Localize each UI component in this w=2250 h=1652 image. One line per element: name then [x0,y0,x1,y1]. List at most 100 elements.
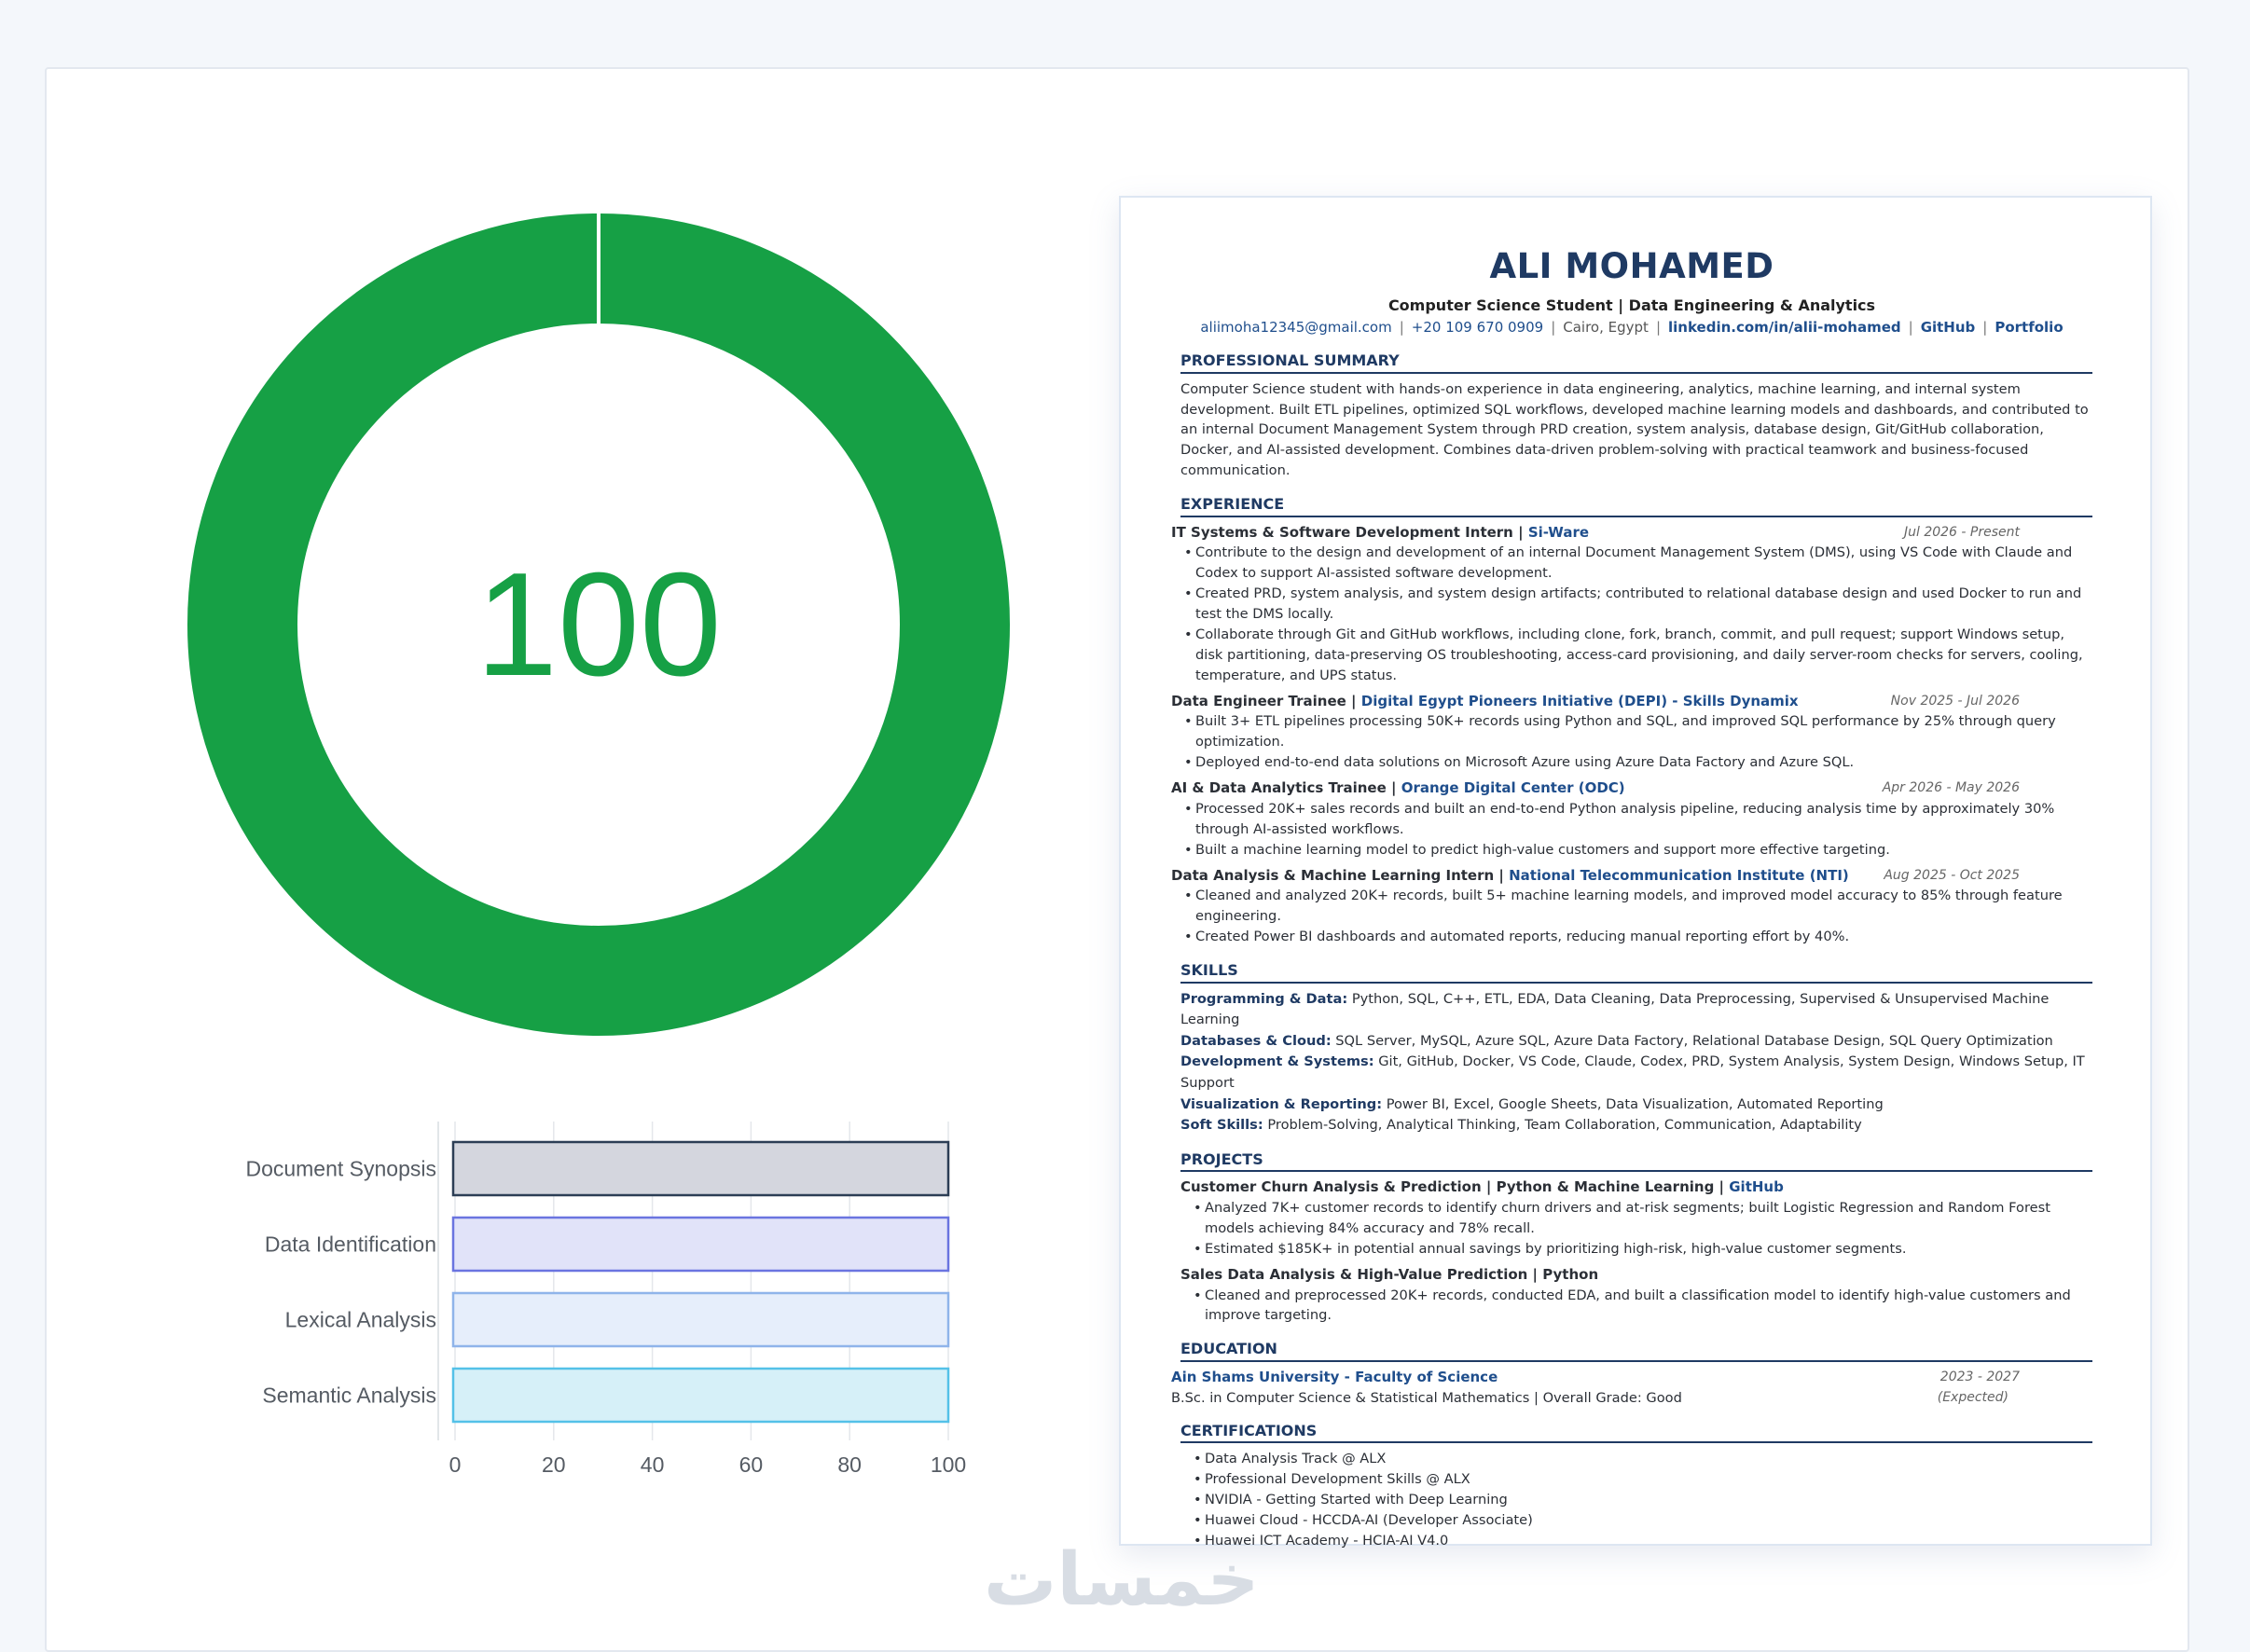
projects-list: Customer Churn Analysis & Prediction | P… [1171,1177,2092,1326]
bar-data-identification [451,1216,950,1273]
job-title-line: AI & Data Analytics Trainee | Orange Dig… [1171,778,1625,799]
bullet-item: Processed 20K+ sales records and built a… [1184,799,2092,840]
bullet-item: Cleaned and analyzed 20K+ records, built… [1184,886,2092,927]
bullet-item: Cleaned and preprocessed 20K+ records, c… [1194,1286,2092,1327]
education-date: 2023 - 2027 [1939,1369,2020,1384]
x-tick-label: 0 [449,1452,462,1477]
skill-value: Power BI, Excel, Google Sheets, Data Vis… [1386,1095,1884,1112]
x-tick-label: 80 [837,1452,862,1477]
skill-row: Databases & Cloud: SQL Server, MySQL, Az… [1180,1031,2092,1053]
certification-item: Huawei Cloud - HCCDA-AI (Developer Assoc… [1194,1510,2092,1531]
job-bullets: Contribute to the design and development… [1171,543,2092,685]
job-org: Digital Egypt Pioneers Initiative (DEPI)… [1360,692,1799,709]
skill-label: Soft Skills: [1180,1117,1263,1134]
skill-label: Development & Systems: [1180,1053,1374,1070]
job-date: Apr 2026 - May 2026 [1882,780,2020,796]
x-tick-label: 40 [641,1452,665,1477]
contact-separator: | [1551,319,1556,337]
job-bullets: Built 3+ ETL pipelines processing 50K+ r… [1171,711,2092,773]
bullet-item: Deployed end-to-end data solutions on Mi… [1184,752,2092,773]
skill-label: Databases & Cloud: [1180,1032,1332,1049]
bullet-item: Built a machine learning model to predic… [1184,840,2092,860]
contact-separator: | [1655,319,1661,337]
education-degree: B.Sc. in Computer Science & Statistical … [1171,1389,1682,1406]
job-header: Data Analysis & Machine Learning Intern … [1171,866,2092,887]
section-title-projects: PROJECTS [1180,1150,2092,1173]
skills-list: Programming & Data: Python, SQL, C++, ET… [1171,989,2092,1136]
contact-separator: | [1982,319,1988,337]
resume-preview: ALI MOHAMED Computer Science Student | D… [1119,196,2152,1551]
linkedin-link[interactable]: linkedin.com/in/alii-mohamed [1668,319,1901,336]
job-role: AI & Data Analytics Trainee [1171,779,1387,797]
bullet-item: Estimated $185K+ in potential annual sav… [1194,1239,2092,1260]
education-school: Ain Shams University - Faculty of Scienc… [1171,1368,1498,1385]
summary-text: Computer Science student with hands-on e… [1180,380,2089,479]
score-donut: 100 [186,213,1011,1037]
job-separator: | [1386,779,1401,797]
skill-row: Soft Skills: Problem-Solving, Analytical… [1180,1115,2092,1136]
bullet-item: Collaborate through Git and GitHub workf… [1184,625,2092,686]
job-org: Si-Ware [1527,523,1590,541]
experience-entry: Data Analysis & Machine Learning Intern … [1171,866,2092,947]
job-separator: | [1346,692,1361,709]
education-date-note: (Expected) [1937,1389,2008,1405]
bar-semantic-analysis [451,1367,950,1424]
job-title-line: Data Engineer Trainee | Digital Egypt Pi… [1171,692,1799,712]
x-tick-label: 100 [931,1452,966,1477]
score-value: 100 [476,542,722,707]
skill-row: Visualization & Reporting: Power BI, Exc… [1180,1094,2092,1116]
portfolio-link[interactable]: Portfolio [1995,319,2063,336]
job-title-line: IT Systems & Software Development Intern… [1171,523,1589,544]
location-text: Cairo, Egypt [1563,319,1649,337]
job-role: Data Engineer Trainee [1171,692,1346,709]
job-date: Jul 2026 - Present [1903,524,2020,540]
project-entry: Customer Churn Analysis & Prediction | P… [1171,1177,2092,1259]
section-title-certifications: CERTIFICATIONS [1180,1421,2092,1444]
contact-separator: | [1908,319,1913,337]
resume-contact: aliimoha12345@gmail.com | +20 109 670 0909… [1171,318,2092,337]
bullet-item: Contribute to the design and development… [1184,543,2092,584]
project-github-link[interactable]: GitHub [1729,1178,1784,1195]
section-title-education: EDUCATION [1180,1339,2092,1362]
section-title-skills: SKILLS [1180,960,2092,984]
project-title: Sales Data Analysis & High-Value Predict… [1180,1265,1599,1283]
email-link[interactable]: aliimoha12345@gmail.com [1200,319,1391,336]
section-title-experience: EXPERIENCE [1180,494,2092,517]
job-title-line: Data Analysis & Machine Learning Intern … [1171,866,1849,887]
experience-entry: IT Systems & Software Development Intern… [1171,523,2092,686]
bullet-item: Analyzed 7K+ customer records to identif… [1194,1198,2092,1239]
github-link[interactable]: GitHub [1921,319,1976,336]
certifications-list: Data Analysis Track @ ALXProfessional De… [1180,1449,2092,1550]
certification-item: NVIDIA - Getting Started with Deep Learn… [1194,1490,2092,1510]
skill-label: Visualization & Reporting: [1180,1095,1383,1112]
bar-document-synopsis [451,1140,950,1197]
x-tick-label: 60 [739,1452,764,1477]
project-title: Customer Churn Analysis & Prediction | P… [1180,1178,1725,1196]
job-date: Aug 2025 - Oct 2025 [1884,867,2020,883]
skill-row: Development & Systems: Git, GitHub, Dock… [1180,1052,2092,1094]
job-date: Nov 2025 - Jul 2026 [1890,693,2020,709]
project-header: Sales Data Analysis & High-Value Predict… [1180,1265,2092,1286]
job-bullets: Processed 20K+ sales records and built a… [1171,799,2092,860]
project-header: Customer Churn Analysis & Prediction | P… [1180,1177,2092,1198]
job-bullets: Cleaned and analyzed 20K+ records, built… [1171,886,2092,947]
certification-item: Data Analysis Track @ ALX [1194,1449,2092,1469]
category-label: Semantic Analysis [262,1384,436,1408]
project-entry: Sales Data Analysis & High-Value Predict… [1171,1265,2092,1327]
phone-link[interactable]: +20 109 670 0909 [1412,319,1543,336]
certification-item: Professional Development Skills @ ALX [1194,1469,2092,1490]
job-header: IT Systems & Software Development Intern… [1171,523,2092,544]
bullet-item: Built 3+ ETL pipelines processing 50K+ r… [1184,711,2092,752]
job-role: Data Analysis & Machine Learning Intern [1171,866,1495,884]
category-label: Lexical Analysis [285,1308,436,1332]
x-tick-label: 20 [542,1452,566,1477]
job-header: Data Engineer Trainee | Digital Egypt Pi… [1171,692,2092,712]
bar-lexical-analysis [451,1291,950,1348]
certification-item: Huawei ICT Academy - HCIA-AI V4.0 [1194,1531,2092,1551]
top-strip [0,0,2250,65]
job-separator: | [1512,523,1528,541]
category-label: Data Identification [265,1232,436,1257]
watermark-logo: خمسات [984,1538,1260,1622]
job-org: National Telecommunication Institute (NT… [1509,866,1849,884]
project-bullets: Analyzed 7K+ customer records to identif… [1180,1198,2092,1260]
